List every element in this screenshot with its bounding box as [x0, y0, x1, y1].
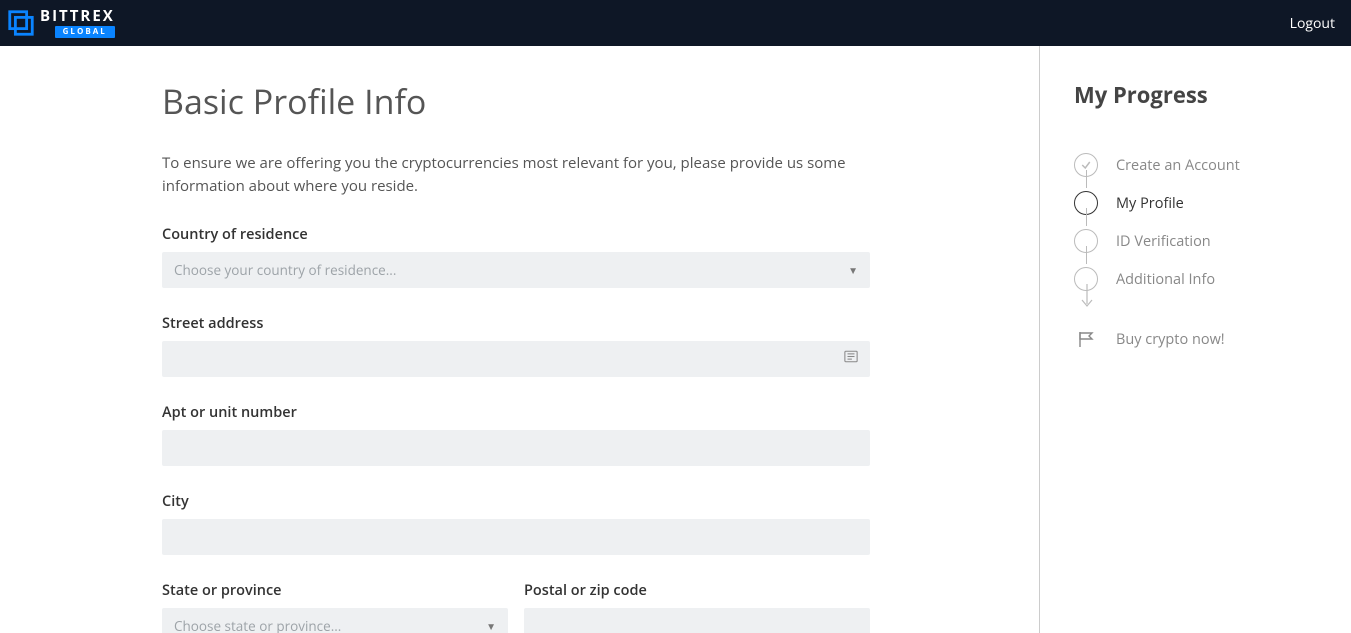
postal-label: Postal or zip code	[524, 581, 870, 600]
intro-text: To ensure we are offering you the crypto…	[162, 152, 870, 197]
chevron-down-icon: ▼	[486, 619, 496, 633]
progress-step-buy-crypto: Buy crypto now!	[1074, 320, 1331, 358]
sidebar-title: My Progress	[1074, 80, 1331, 110]
progress-step-create-account: Create an Account	[1074, 146, 1331, 184]
postal-input[interactable]	[524, 608, 870, 633]
brand-text: BITTREX GLOBAL	[40, 9, 115, 38]
chevron-down-icon: ▼	[848, 263, 858, 277]
flag-icon	[1074, 327, 1098, 351]
progress-step-my-profile: My Profile	[1074, 184, 1331, 222]
state-placeholder: Choose state or province...	[174, 617, 341, 633]
street-label: Street address	[162, 314, 870, 333]
progress-sidebar: My Progress Create an Account My Profile…	[1040, 46, 1351, 633]
page-title: Basic Profile Info	[162, 78, 870, 124]
logout-link[interactable]: Logout	[1290, 14, 1335, 33]
address-card-icon	[844, 350, 858, 369]
state-label: State or province	[162, 581, 508, 600]
apt-input[interactable]	[162, 430, 870, 466]
step-label: My Profile	[1116, 194, 1184, 213]
main-content: Basic Profile Info To ensure we are offe…	[0, 46, 1040, 633]
country-select[interactable]: Choose your country of residence... ▼	[162, 252, 870, 288]
city-label: City	[162, 492, 870, 511]
city-input[interactable]	[162, 519, 870, 555]
brand-main: BITTREX	[40, 9, 115, 24]
header: BITTREX GLOBAL Logout	[0, 0, 1351, 46]
step-label: ID Verification	[1116, 232, 1211, 251]
progress-step-id-verification: ID Verification	[1074, 222, 1331, 260]
street-input[interactable]	[162, 341, 870, 377]
step-label: Buy crypto now!	[1116, 330, 1225, 349]
state-select[interactable]: Choose state or province... ▼	[162, 608, 508, 633]
country-placeholder: Choose your country of residence...	[174, 261, 396, 279]
brand-logo[interactable]: BITTREX GLOBAL	[6, 8, 115, 38]
brand-sub: GLOBAL	[55, 26, 115, 38]
apt-label: Apt or unit number	[162, 403, 870, 422]
country-label: Country of residence	[162, 225, 870, 244]
step-label: Additional Info	[1116, 270, 1215, 289]
arrow-down-icon	[1081, 284, 1093, 310]
step-label: Create an Account	[1116, 156, 1240, 175]
bittrex-logo-icon	[6, 8, 36, 38]
progress-step-additional-info: Additional Info	[1074, 260, 1331, 298]
